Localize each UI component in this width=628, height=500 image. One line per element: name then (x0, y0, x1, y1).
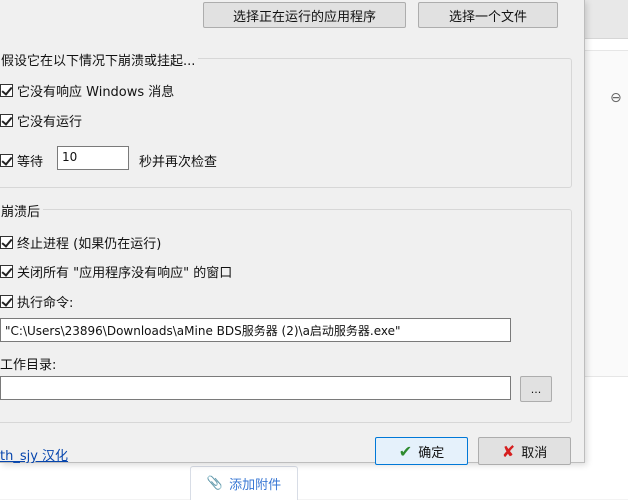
not-running-option[interactable]: 它没有运行 (0, 111, 82, 130)
crash-restart-dialog: 选择正在运行的应用程序 选择一个文件 假设它在以下情况下崩溃或挂起... 它没有… (0, 0, 585, 465)
terminate-label: 终止进程 (如果仍在运行) (17, 237, 162, 252)
workdir-input[interactable] (0, 376, 511, 400)
wait-seconds-input[interactable]: 10 (57, 146, 129, 170)
exec-command-option[interactable]: 执行命令: (0, 292, 73, 311)
hang-group-title: 假设它在以下情况下崩溃或挂起... (0, 50, 199, 69)
wait-label: 等待 (17, 155, 44, 170)
not-responding-option[interactable]: 它没有响应 Windows 消息 (0, 81, 174, 100)
wait-option[interactable]: 等待 (0, 151, 43, 170)
paperclip-icon: 📎 (206, 476, 224, 491)
exec-command-checkbox[interactable] (0, 295, 13, 308)
browse-workdir-button[interactable]: ... (520, 376, 552, 402)
select-file-button[interactable]: 选择一个文件 (418, 2, 558, 28)
after-crash-group-title: 崩溃后 (0, 201, 44, 220)
select-running-app-button[interactable]: 选择正在运行的应用程序 (203, 2, 406, 28)
terminate-option[interactable]: 终止进程 (如果仍在运行) (0, 233, 161, 252)
ok-button[interactable]: ✔ 确定 (375, 437, 468, 465)
close-windows-label: 关闭所有 "应用程序没有响应" 的窗口 (17, 266, 233, 281)
command-input[interactable]: "C:\Users\23896\Downloads\aMine BDS服务器 (… (0, 318, 511, 342)
translator-credit-link[interactable]: th_sjy 汉化 (0, 445, 68, 464)
background-topbar (585, 0, 628, 39)
check-icon: ✔ (398, 441, 413, 461)
x-icon: ✘ (501, 441, 516, 461)
ok-label: 确定 (418, 445, 445, 461)
add-attachment-label: 添加附件 (229, 478, 282, 493)
recheck-label: 秒并再次检查 (139, 155, 218, 170)
cancel-label: 取消 (521, 445, 548, 461)
select-running-app-label: 选择正在运行的应用程序 (232, 9, 376, 25)
wait-checkbox[interactable] (0, 154, 13, 167)
close-windows-checkbox[interactable] (0, 265, 13, 278)
not-running-label: 它没有运行 (17, 115, 83, 130)
not-responding-label: 它没有响应 Windows 消息 (17, 85, 175, 100)
exec-command-label: 执行命令: (17, 296, 74, 311)
not-running-checkbox[interactable] (0, 114, 13, 127)
background-bottom-area (0, 462, 628, 499)
close-windows-option[interactable]: 关闭所有 "应用程序没有响应" 的窗口 (0, 262, 232, 281)
not-responding-checkbox[interactable] (0, 84, 13, 97)
add-attachment-button[interactable]: 📎 添加附件 (190, 466, 298, 500)
terminate-checkbox[interactable] (0, 236, 13, 249)
browse-label: ... (530, 382, 542, 396)
cancel-button[interactable]: ✘ 取消 (478, 437, 571, 465)
select-file-label: 选择一个文件 (448, 9, 527, 25)
workdir-label: 工作目录: (0, 358, 57, 373)
link-icon: ⊖ (610, 90, 622, 106)
